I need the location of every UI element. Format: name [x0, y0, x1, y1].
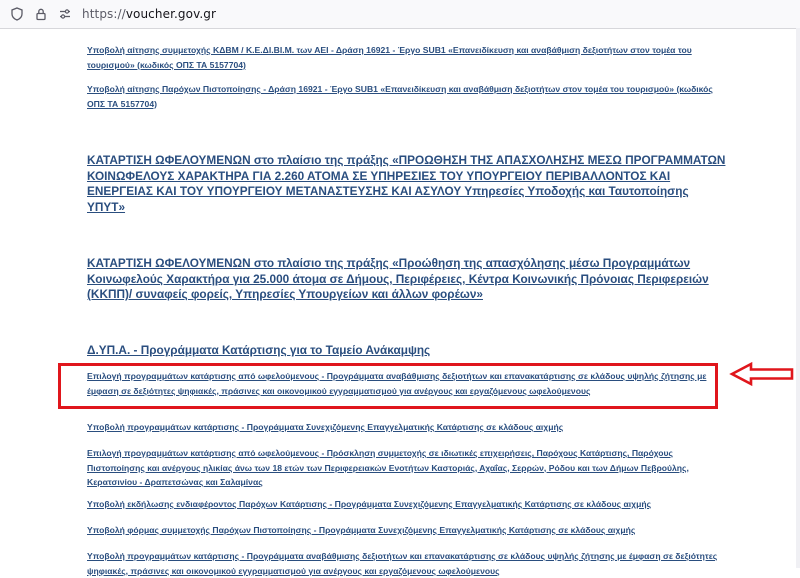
red-arrow-icon	[729, 361, 794, 387]
link-dypa-heading[interactable]: Δ.ΥΠ.Α. - Προγράμματα Κατάρτισης για το …	[87, 343, 727, 359]
link-invitation-private-companies[interactable]: Επιλογή προγραμμάτων κατάρτισης από ωφελ…	[87, 446, 727, 490]
url-host: voucher.gov.gr	[125, 7, 217, 21]
scrollbar-track[interactable]	[796, 28, 800, 568]
address-bar[interactable]: https://voucher.gov.gr	[0, 0, 800, 29]
link-expression-of-interest[interactable]: Υποβολή εκδήλωσης ενδιαφέροντος Παρόχων …	[87, 497, 727, 512]
red-highlight-box	[58, 363, 718, 409]
lock-icon[interactable]	[34, 7, 48, 21]
url-text[interactable]: https://voucher.gov.gr	[82, 7, 216, 21]
link-participation-form[interactable]: Υποβολή φόρμας συμμετοχής Παρόχων Πιστοπ…	[87, 523, 727, 538]
permissions-icon[interactable]	[58, 7, 72, 21]
link-continuing-training-programs[interactable]: Υποβολή προγραμμάτων κατάρτισης - Προγρά…	[87, 420, 727, 435]
link-certification-providers-application[interactable]: Υποβολή αίτησης Παρόχων Πιστοποίησης - Δ…	[87, 82, 727, 111]
link-upskilling-programs-submission[interactable]: Υποβολή προγραμμάτων κατάρτισης - Προγρά…	[87, 549, 727, 578]
link-kdvm-application[interactable]: Υποβολή αίτησης συμμετοχής ΚΔΒΜ / Κ.Ε.ΔΙ…	[87, 43, 727, 72]
link-heading-2260-beneficiaries[interactable]: ΚΑΤΑΡΤΙΣΗ ΩΦΕΛΟΥΜΕΝΩΝ στο πλαίσιο της πρ…	[87, 153, 727, 215]
link-heading-25000-beneficiaries[interactable]: ΚΑΤΑΡΤΙΣΗ ΩΦΕΛΟΥΜΕΝΩΝ στο πλαίσιο της πρ…	[87, 256, 727, 303]
shield-icon[interactable]	[10, 7, 24, 21]
url-scheme: https://	[82, 7, 126, 21]
